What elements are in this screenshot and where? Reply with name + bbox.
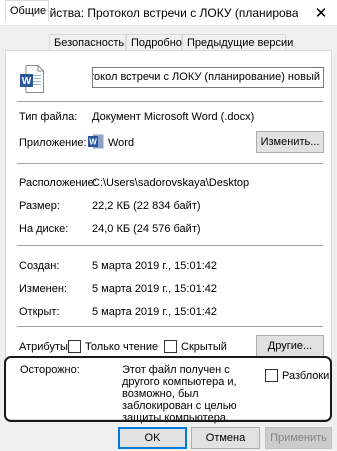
location-value: C:\Users\sadorovskaya\Desktop — [92, 177, 250, 189]
opened-value: 5 марта 2019 г., 15:01:42 — [92, 306, 218, 318]
modified-label: Изменен: — [19, 283, 67, 295]
svg-text:W: W — [89, 138, 97, 147]
word-document-icon: W — [20, 65, 44, 93]
separator — [17, 163, 323, 164]
opened-label: Открыт: — [19, 306, 60, 318]
readonly-checkbox[interactable] — [68, 340, 81, 353]
size-value: 22,2 КБ (22 834 байт) — [92, 200, 201, 212]
close-button[interactable]: ✕ — [305, 0, 337, 26]
separator — [17, 101, 323, 102]
window-title: Свойства: Протокол встречи с ЛОКУ (плани… — [28, 6, 298, 20]
file-name-value: ротокол встречи с ЛОКУ (планирование) но… — [92, 71, 320, 83]
close-icon: ✕ — [314, 5, 328, 22]
word-app-icon: W — [88, 134, 104, 149]
disk-size-value: 24,0 КБ (24 576 байт) — [92, 223, 201, 235]
security-highlight-frame — [4, 356, 332, 422]
tab-general[interactable]: Общие — [5, 0, 49, 21]
advanced-attributes-button[interactable]: Другие... — [256, 335, 324, 357]
svg-text:W: W — [22, 76, 32, 87]
separator — [17, 245, 323, 246]
file-name-input[interactable]: ротокол встречи с ЛОКУ (планирование) но… — [92, 67, 324, 88]
attributes-label: Атрибуты: — [19, 341, 71, 353]
size-label: Размер: — [19, 200, 60, 212]
file-type-value: Документ Microsoft Word (.docx) — [92, 111, 255, 123]
hidden-checkbox[interactable] — [164, 340, 177, 353]
app-label: Приложение: — [19, 137, 87, 149]
separator — [17, 326, 323, 327]
disk-size-label: На диске: — [19, 223, 69, 235]
title-bar: W Свойства: Протокол встречи с ЛОКУ (пла… — [0, 0, 337, 26]
cancel-button[interactable]: Отмена — [191, 427, 260, 449]
ok-button[interactable]: OK — [118, 427, 187, 449]
created-label: Создан: — [19, 260, 60, 272]
hidden-label: Скрытый — [181, 341, 227, 353]
apply-button[interactable]: Применить — [265, 427, 332, 449]
location-label: Расположение: — [19, 177, 97, 189]
readonly-label: Только чтение — [85, 341, 159, 353]
app-value: Word — [108, 137, 135, 149]
file-type-label: Тип файла: — [19, 111, 78, 123]
created-value: 5 марта 2019 г., 15:01:42 — [92, 260, 218, 272]
change-app-button[interactable]: Изменить... — [256, 131, 324, 153]
modified-value: 5 марта 2019 г., 15:01:42 — [92, 283, 218, 295]
